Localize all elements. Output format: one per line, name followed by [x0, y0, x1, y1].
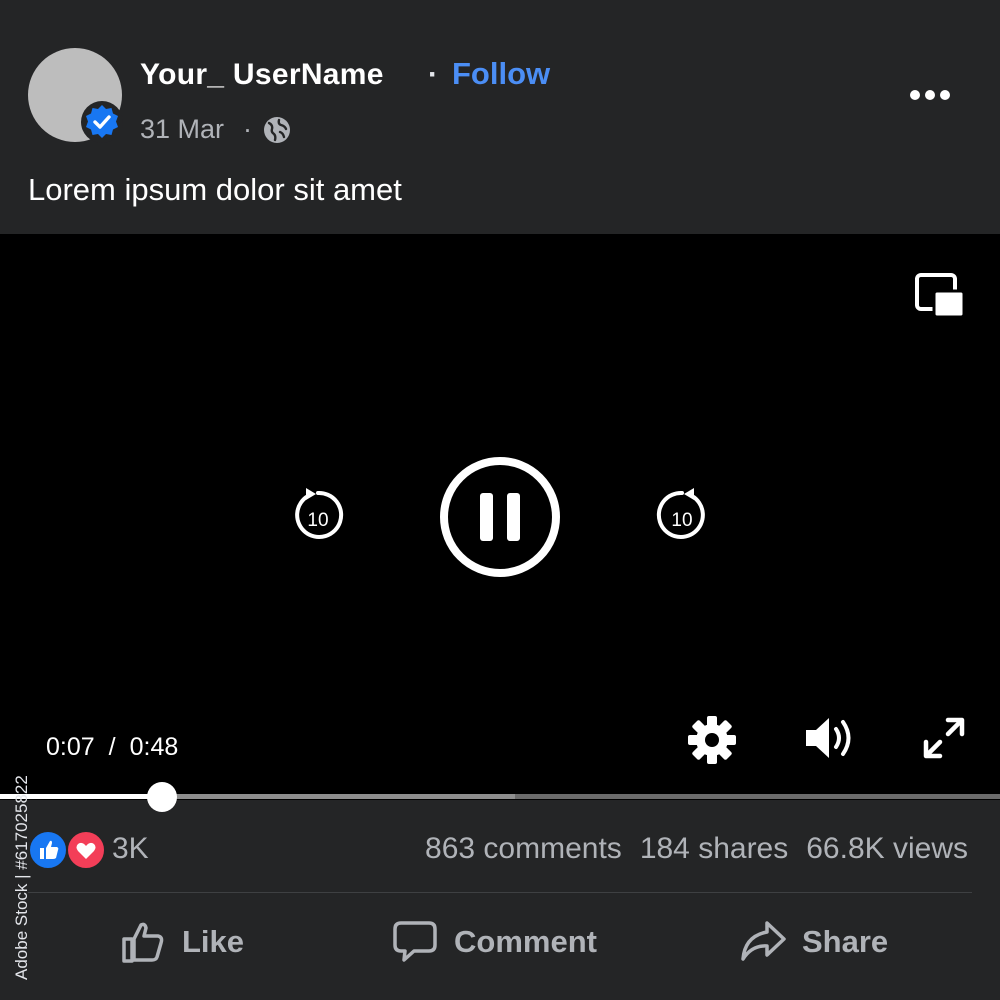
- reaction-count[interactable]: 3K: [112, 832, 149, 866]
- volume-icon[interactable]: [802, 714, 856, 762]
- like-reaction-icon[interactable]: [28, 830, 68, 870]
- username[interactable]: Your_ UserName: [140, 58, 384, 92]
- picture-in-picture-icon[interactable]: [914, 272, 966, 320]
- time-separator: /: [108, 733, 116, 761]
- comment-label: Comment: [454, 924, 597, 959]
- comment-button[interactable]: Comment: [392, 916, 597, 968]
- time-display: 0:07 / 0:48: [46, 733, 178, 762]
- share-icon: [741, 921, 786, 961]
- forward-10-icon[interactable]: 10: [654, 486, 710, 546]
- like-label: Like: [182, 924, 245, 959]
- comments-count[interactable]: 863 comments: [425, 832, 622, 865]
- side-stock-id: Adobe Stock | #617025822: [12, 775, 31, 980]
- love-reaction-icon[interactable]: [66, 830, 106, 870]
- comment-icon: [393, 921, 437, 962]
- divider: [28, 892, 972, 893]
- date-separator: ·: [243, 114, 252, 144]
- thumbs-up-icon: [122, 922, 164, 963]
- current-time: 0:07: [46, 733, 95, 761]
- duration: 0:48: [129, 733, 179, 761]
- rewind-seconds-label: 10: [307, 510, 328, 531]
- verified-badge-icon: [81, 101, 123, 143]
- fullscreen-icon[interactable]: [922, 716, 966, 760]
- follow-button[interactable]: Follow: [452, 56, 550, 92]
- more-icon[interactable]: [908, 82, 952, 108]
- name-separator: ·: [428, 58, 438, 91]
- post-caption: Lorem ipsum dolor sit amet: [28, 172, 402, 207]
- like-button[interactable]: Like: [120, 916, 244, 968]
- share-button[interactable]: Share: [740, 916, 888, 968]
- settings-icon[interactable]: [686, 714, 738, 766]
- pause-icon[interactable]: [438, 455, 562, 579]
- rewind-10-icon[interactable]: 10: [290, 486, 346, 546]
- forward-seconds-label: 10: [671, 510, 692, 531]
- post-date[interactable]: 31 Mar: [140, 114, 224, 145]
- shares-count[interactable]: 184 shares: [640, 832, 788, 865]
- share-label: Share: [802, 924, 889, 959]
- views-count: 66.8K views: [806, 832, 968, 865]
- post-stats: 863 comments 184 shares 66.8K views: [407, 832, 968, 866]
- globe-icon: [264, 117, 290, 143]
- scrubber-handle[interactable]: [147, 782, 177, 812]
